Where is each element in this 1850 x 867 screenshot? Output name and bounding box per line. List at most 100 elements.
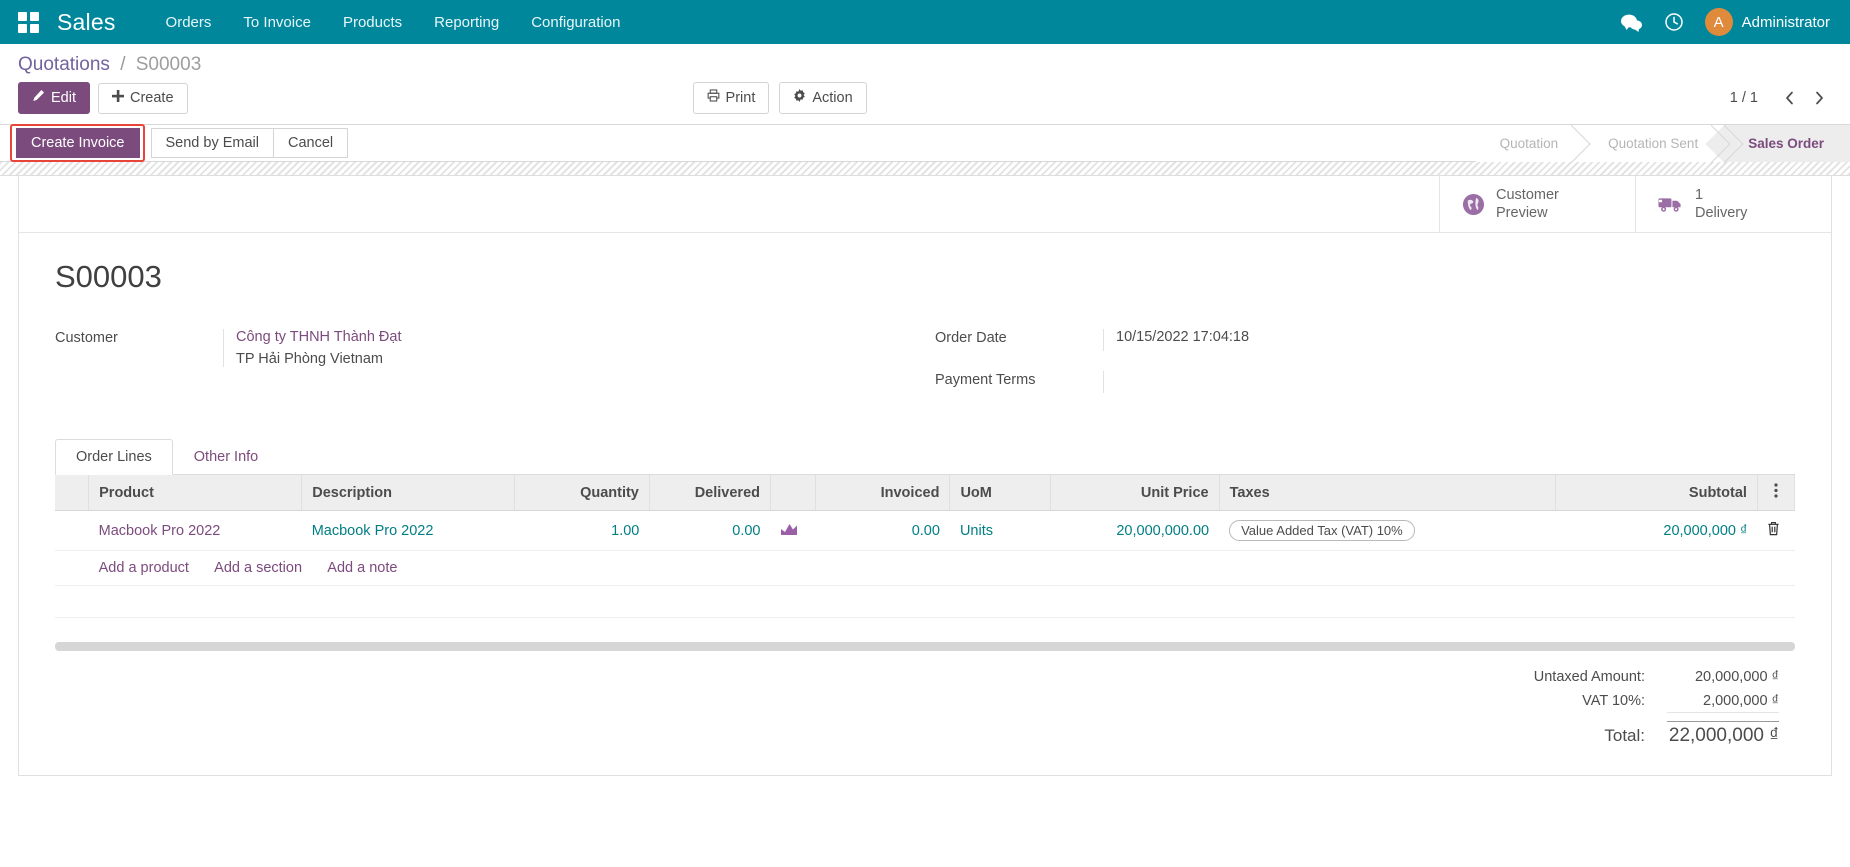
- vat-value: 2,000,000 ₫: [1667, 693, 1779, 713]
- pager-previous-button[interactable]: [1776, 85, 1802, 111]
- control-panel: Quotations / S00003 Edit Create: [0, 44, 1850, 125]
- column-unit-price[interactable]: Unit Price: [1051, 475, 1219, 511]
- nav-menu-to-invoice[interactable]: To Invoice: [227, 8, 327, 37]
- smart-button-customer-preview-text: Customer Preview: [1496, 186, 1559, 222]
- pager: 1 / 1: [1730, 85, 1832, 111]
- cell-product[interactable]: Macbook Pro 2022: [89, 511, 302, 551]
- cell-uom[interactable]: Units: [950, 511, 1051, 551]
- nav-menu-reporting[interactable]: Reporting: [418, 8, 515, 37]
- send-by-email-button[interactable]: Send by Email: [151, 128, 274, 158]
- cell-delivered-chart[interactable]: [771, 511, 816, 551]
- table-row[interactable]: Macbook Pro 2022 Macbook Pro 2022 1.00 0…: [55, 511, 1795, 551]
- plus-icon: [112, 90, 124, 107]
- totals-table: Untaxed Amount: 20,000,000 ₫ VAT 10%: 2,…: [1534, 669, 1779, 755]
- gear-icon: [793, 89, 806, 107]
- app-brand-sales[interactable]: Sales: [57, 9, 116, 36]
- chat-bubble-icon[interactable]: [1621, 11, 1643, 33]
- field-payment-terms: Payment Terms: [935, 371, 1795, 393]
- column-options-icon[interactable]: [1757, 475, 1794, 511]
- smart-button-bar: Customer Preview: [19, 176, 1831, 233]
- column-subtotal[interactable]: Subtotal: [1556, 475, 1758, 511]
- trash-icon: [1767, 524, 1780, 540]
- smart-button-delivery[interactable]: 1 Delivery: [1635, 176, 1831, 232]
- field-customer-value[interactable]: Công ty THNH Thành Đạt TP Hải Phòng Viet…: [223, 329, 753, 367]
- field-payment-terms-label: Payment Terms: [935, 371, 1103, 388]
- nav-menu-orders[interactable]: Orders: [150, 8, 228, 37]
- action-button[interactable]: Action: [779, 82, 866, 114]
- vat-label: VAT 10%:: [1582, 693, 1645, 709]
- customer-name-link[interactable]: Công ty THNH Thành Đạt: [236, 329, 753, 345]
- column-handle: [55, 475, 89, 511]
- totals-block: Untaxed Amount: 20,000,000 ₫ VAT 10%: 2,…: [19, 651, 1831, 765]
- cell-taxes[interactable]: Value Added Tax (VAT) 10%: [1219, 511, 1555, 551]
- stage-quotation-sent-label: Quotation Sent: [1608, 136, 1698, 151]
- column-invoiced[interactable]: Invoiced: [815, 475, 950, 511]
- top-navbar: Sales Orders To Invoice Products Reporti…: [0, 0, 1850, 44]
- smart-button-line2: Preview: [1496, 204, 1559, 222]
- pager-next-button[interactable]: [1806, 85, 1832, 111]
- tab-order-lines[interactable]: Order Lines: [55, 439, 173, 475]
- tab-other-info[interactable]: Other Info: [173, 439, 279, 475]
- form-view-body: Customer Preview: [0, 162, 1850, 864]
- field-order-date-value[interactable]: 10/15/2022 17:04:18: [1103, 329, 1633, 351]
- stage-quotation-sent[interactable]: Quotation Sent: [1584, 125, 1724, 162]
- breadcrumb-separator: /: [120, 54, 125, 75]
- create-button[interactable]: Create: [98, 83, 188, 114]
- edit-button-label: Edit: [51, 90, 76, 107]
- stage-sales-order-label: Sales Order: [1748, 136, 1824, 151]
- apps-grid-icon[interactable]: [18, 12, 39, 33]
- cancel-button[interactable]: Cancel: [273, 128, 348, 158]
- breadcrumb-quotations[interactable]: Quotations: [18, 54, 110, 75]
- chart-icon: [781, 523, 797, 539]
- cell-invoiced[interactable]: 0.00: [815, 511, 950, 551]
- user-menu[interactable]: A Administrator: [1705, 8, 1830, 36]
- cell-unit-price[interactable]: 20,000,000.00: [1051, 511, 1219, 551]
- nav-menu-configuration[interactable]: Configuration: [515, 8, 636, 37]
- smart-button-customer-preview[interactable]: Customer Preview: [1439, 176, 1635, 232]
- fields-right-column: Order Date 10/15/2022 17:04:18 Payment T…: [925, 329, 1795, 413]
- create-invoice-button[interactable]: Create Invoice: [16, 128, 140, 158]
- table-filler-cell: [55, 586, 1795, 618]
- navbar-systray: A Administrator: [1621, 8, 1836, 36]
- add-row-links: Add a product Add a section Add a note: [89, 551, 1795, 586]
- smart-button-delivery-text: 1 Delivery: [1695, 186, 1747, 222]
- order-lines-table: Product Description Quantity Delivered I…: [55, 475, 1795, 618]
- column-taxes[interactable]: Taxes: [1219, 475, 1555, 511]
- clock-icon[interactable]: [1663, 11, 1685, 33]
- nav-menu-products[interactable]: Products: [327, 8, 418, 37]
- add-a-section-link[interactable]: Add a section: [214, 560, 302, 576]
- column-quantity[interactable]: Quantity: [515, 475, 650, 511]
- record-sheet: Customer Preview: [18, 176, 1832, 776]
- stage-quotation-label: Quotation: [1500, 136, 1559, 151]
- add-a-product-link[interactable]: Add a product: [99, 560, 189, 576]
- add-row-handle: [55, 551, 89, 586]
- horizontal-scrollbar[interactable]: [55, 642, 1795, 651]
- status-stages: Quotation Quotation Sent Sales Order: [1476, 125, 1850, 162]
- column-product[interactable]: Product: [89, 475, 302, 511]
- notebook-tabs: Order Lines Other Info: [55, 439, 1795, 475]
- totals-vat-row: VAT 10%: 2,000,000 ₫: [1534, 693, 1779, 713]
- add-a-note-link[interactable]: Add a note: [327, 560, 397, 576]
- column-delivered[interactable]: Delivered: [649, 475, 770, 511]
- pencil-icon: [32, 89, 45, 107]
- product-link[interactable]: Macbook Pro 2022: [99, 523, 221, 539]
- column-description[interactable]: Description: [302, 475, 515, 511]
- untaxed-amount-value: 20,000,000 ₫: [1667, 669, 1779, 685]
- cell-quantity[interactable]: 1.00: [515, 511, 650, 551]
- sheet-top-hatch: [0, 162, 1850, 176]
- print-button-label: Print: [726, 90, 756, 107]
- stage-sales-order[interactable]: Sales Order: [1724, 125, 1850, 162]
- column-uom[interactable]: UoM: [950, 475, 1051, 511]
- print-button[interactable]: Print: [693, 82, 770, 114]
- stage-quotation[interactable]: Quotation: [1476, 125, 1585, 162]
- edit-button[interactable]: Edit: [18, 82, 90, 114]
- table-header-row: Product Description Quantity Delivered I…: [55, 475, 1795, 511]
- field-payment-terms-value[interactable]: [1103, 371, 1633, 393]
- cell-delivered[interactable]: 0.00: [649, 511, 770, 551]
- field-customer: Customer Công ty THNH Thành Đạt TP Hải P…: [55, 329, 925, 367]
- unit-price-value: 20,000,000.00: [1116, 523, 1209, 539]
- row-delete-button[interactable]: [1757, 511, 1794, 551]
- cell-description[interactable]: Macbook Pro 2022: [302, 511, 515, 551]
- row-drag-handle[interactable]: [55, 511, 89, 551]
- avatar: A: [1705, 8, 1733, 36]
